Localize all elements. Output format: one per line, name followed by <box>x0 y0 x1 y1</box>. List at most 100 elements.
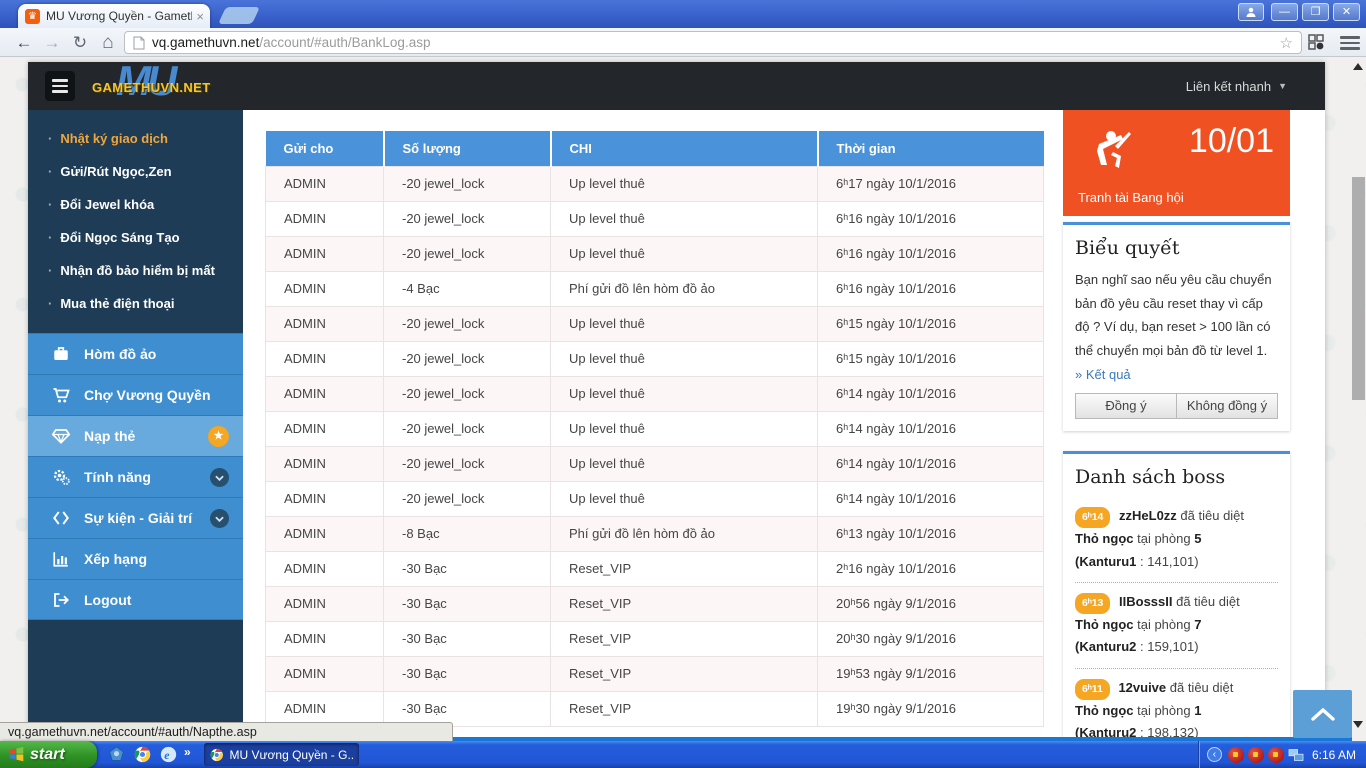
minimize-button[interactable]: — <box>1271 3 1298 21</box>
page: MU GAMETHUVN.NET Liên kết nhanh ▼ Nhật k… <box>28 62 1325 741</box>
disagree-button[interactable]: Không đồng ý <box>1176 393 1278 419</box>
back-button[interactable]: ← <box>12 31 36 54</box>
agree-button[interactable]: Đồng ý <box>1075 393 1177 419</box>
address-bar[interactable]: vq.gamethuvn.net/account/#auth/BankLog.a… <box>124 31 1302 54</box>
quicklaunch-app-icon[interactable] <box>108 746 125 763</box>
poll-question: Bạn nghĩ sao nếu yêu cầu chuyển bản đồ y… <box>1075 268 1278 386</box>
room-number: 5 <box>1194 531 1201 546</box>
table-cell: 6ʰ14 ngày 10/1/2016 <box>818 411 1044 446</box>
forward-button[interactable]: → <box>40 31 64 54</box>
sidebar-item-jewel-exchange[interactable]: Đổi Jewel khóa <box>28 188 243 221</box>
menu-item-logout[interactable]: Logout <box>28 579 243 620</box>
tray-app-icon[interactable] <box>1268 747 1284 763</box>
clock: 6:16 AM <box>1312 748 1356 762</box>
table-cell: ADMIN <box>266 376 384 411</box>
status-bar-link: vq.gamethuvn.net/account/#auth/Napthe.as… <box>0 722 453 741</box>
reload-button[interactable]: ↻ <box>68 31 92 54</box>
table-cell: 6ʰ14 ngày 10/1/2016 <box>818 481 1044 516</box>
internet-explorer-icon[interactable]: e <box>160 746 177 763</box>
table-row: ADMIN-30 BạcReset_VIP19ʰ53 ngày 9/1/2016 <box>266 656 1044 691</box>
new-tab-button[interactable] <box>218 7 260 24</box>
table-row: ADMIN-20 jewel_lockUp level thuê6ʰ14 ngà… <box>266 376 1044 411</box>
svg-text:e: e <box>164 748 170 762</box>
quick-links-dropdown[interactable]: Liên kết nhanh ▼ <box>1186 62 1287 110</box>
briefcase-icon <box>48 345 74 363</box>
table-row: ADMIN-4 BạcPhí gửi đồ lên hòm đồ ảo6ʰ16 … <box>266 271 1044 306</box>
crown-favicon-icon: ♛ <box>25 9 40 24</box>
table-row: ADMIN-20 jewel_lockUp level thuê6ʰ16 ngà… <box>266 236 1044 271</box>
url-text[interactable]: vq.gamethuvn.net/account/#auth/BankLog.a… <box>152 35 1280 50</box>
hamburger-menu-icon[interactable] <box>45 71 75 101</box>
menu-item-events[interactable]: Sự kiện - Giải trí <box>28 497 243 538</box>
poll-title: Biểu quyết <box>1075 237 1278 259</box>
chrome-icon[interactable] <box>134 746 151 763</box>
tray-collapse-chevron-icon[interactable]: ‹ <box>1207 747 1222 762</box>
table-cell: 6ʰ14 ngày 10/1/2016 <box>818 376 1044 411</box>
browser-menu-icon[interactable] <box>1340 36 1360 53</box>
table-cell: Phí gửi đồ lên hòm đồ ảo <box>551 271 818 306</box>
table-cell: ADMIN <box>266 656 384 691</box>
menu-item-label: Chợ Vương Quyền <box>84 387 211 403</box>
sidebar-item-send-withdraw[interactable]: Gửi/Rút Ngọc,Zen <box>28 155 243 188</box>
sidebar-item-phone-card[interactable]: Mua thẻ điện thoại <box>28 287 243 320</box>
sidebar-item-insurance[interactable]: Nhận đồ bảo hiểm bị mất <box>28 254 243 287</box>
transactions-body: ADMIN-20 jewel_lockUp level thuê6ʰ17 ngà… <box>266 166 1044 726</box>
home-button[interactable]: ⌂ <box>96 31 120 54</box>
boss-list: 6ʰ14 zzHeL0zz đã tiêu diệtThỏ ngọc tại p… <box>1075 497 1278 741</box>
scrollbar-thumb[interactable] <box>1352 177 1365 400</box>
sidebar: Nhật ký giao dịch Gửi/Rút Ngọc,Zen Đổi J… <box>28 110 243 741</box>
boss-entry: 6ʰ14 zzHeL0zz đã tiêu diệtThỏ ngọc tại p… <box>1075 497 1278 582</box>
browser-tab[interactable]: ♛ MU Vương Quyền - Gamethuv × <box>18 4 210 28</box>
table-cell: 6ʰ13 ngày 10/1/2016 <box>818 516 1044 551</box>
sidebar-item-transaction-log[interactable]: Nhật ký giao dịch <box>28 122 243 155</box>
chevron-down-icon: ▼ <box>1278 81 1287 91</box>
task-button[interactable]: MU Vương Quyền - G... <box>204 743 359 766</box>
table-row: ADMIN-8 BạcPhí gửi đồ lên hòm đồ ảo6ʰ13 … <box>266 516 1044 551</box>
room-number: 7 <box>1194 617 1201 632</box>
menu-item-top-up[interactable]: Nạp thẻ ★ <box>28 415 243 456</box>
tab-close-icon[interactable]: × <box>196 9 204 24</box>
boss-entry: 6ʰ11 12vuive đã tiêu diệtThỏ ngọc tại ph… <box>1075 668 1278 741</box>
tray-app-icon[interactable] <box>1228 747 1244 763</box>
task-button-label: MU Vương Quyền - G... <box>230 748 353 762</box>
sidebar-item-creation-jewel[interactable]: Đổi Ngọc Sáng Tạo <box>28 221 243 254</box>
table-cell: -30 Bạc <box>384 691 551 726</box>
table-row: ADMIN-20 jewel_lockUp level thuê6ʰ14 ngà… <box>266 411 1044 446</box>
start-button[interactable]: start <box>0 741 97 768</box>
network-icon[interactable] <box>1288 748 1304 762</box>
table-cell: -20 jewel_lock <box>384 481 551 516</box>
table-cell: Up level thuê <box>551 201 818 236</box>
table-header-row: Gửi cho Số lượng CHI Thời gian <box>266 131 1044 166</box>
tray-app-icon[interactable] <box>1248 747 1264 763</box>
table-cell: 19ʰ53 ngày 9/1/2016 <box>818 656 1044 691</box>
time-badge: 6ʰ13 <box>1075 593 1110 614</box>
menu-item-rankings[interactable]: Xếp hạng <box>28 538 243 579</box>
event-banner[interactable]: 10/01 Tranh tài Bang hội <box>1063 110 1290 216</box>
menu-item-features[interactable]: Tính năng <box>28 456 243 497</box>
page-viewport: MU GAMETHUVN.NET Liên kết nhanh ▼ Nhật k… <box>0 57 1366 741</box>
table-cell: -20 jewel_lock <box>384 446 551 481</box>
scrollbar-up-arrow-icon[interactable] <box>1353 63 1363 70</box>
boss-entry: 6ʰ13 IIBosssII đã tiêu diệtThỏ ngọc tại … <box>1075 582 1278 668</box>
boss-widget: Danh sách boss 6ʰ14 zzHeL0zz đã tiêu diệ… <box>1063 451 1290 741</box>
menu-item-virtual-chest[interactable]: Hòm đồ ảo <box>28 333 243 374</box>
qr-extension-icon[interactable] <box>1308 34 1324 50</box>
table-cell: -8 Bạc <box>384 516 551 551</box>
scrollbar-down-arrow-icon[interactable] <box>1353 721 1363 728</box>
restore-button[interactable]: ❐ <box>1302 3 1329 21</box>
warrior-icon <box>1085 124 1137 176</box>
table-row: ADMIN-20 jewel_lockUp level thuê6ʰ16 ngà… <box>266 201 1044 236</box>
bookmark-star-icon[interactable]: ☆ <box>1280 34 1293 52</box>
table-cell: 6ʰ15 ngày 10/1/2016 <box>818 306 1044 341</box>
close-button[interactable]: ✕ <box>1333 3 1360 21</box>
table-cell: Reset_VIP <box>551 586 818 621</box>
table-cell: ADMIN <box>266 306 384 341</box>
scroll-to-top-button[interactable] <box>1293 690 1352 738</box>
poll-result-link[interactable]: » Kết quả <box>1075 367 1131 382</box>
profile-button[interactable] <box>1238 3 1264 21</box>
logo-text: GAMETHUVN.NET <box>92 80 211 95</box>
site-logo[interactable]: MU GAMETHUVN.NET <box>90 65 250 107</box>
table-cell: Reset_VIP <box>551 621 818 656</box>
menu-item-market[interactable]: Chợ Vương Quyền <box>28 374 243 415</box>
quicklaunch-overflow-chevron[interactable]: » <box>184 745 191 759</box>
